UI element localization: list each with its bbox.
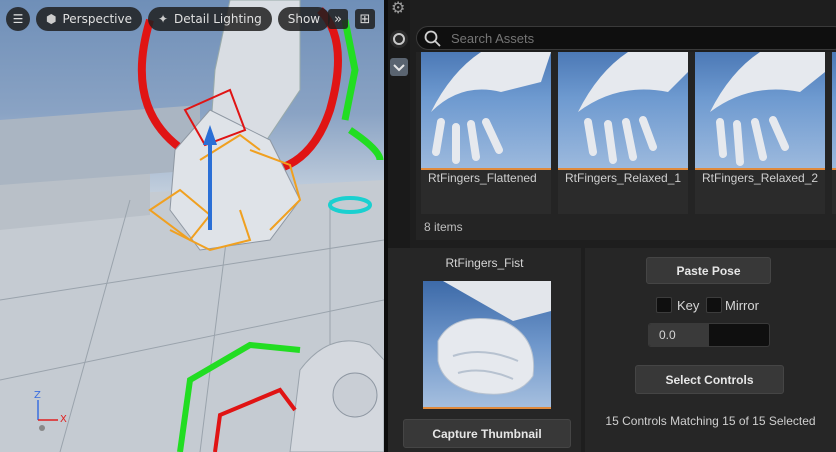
cube-icon: ⬢ xyxy=(46,12,57,26)
view-mode-button[interactable]: ⬢ Perspective xyxy=(36,7,142,31)
asset-name: RtFingers_Relaxed_1 xyxy=(565,171,682,185)
asset-accent-bar xyxy=(832,168,836,170)
asset-name: RtFingers_Relaxed_2 xyxy=(702,171,819,185)
key-label: Key xyxy=(677,298,700,313)
asset-accent-bar xyxy=(695,168,825,170)
asset-name: RtFingers_Flattened xyxy=(428,171,537,185)
asset-thumbnail xyxy=(695,52,825,168)
show-label: Show xyxy=(287,12,321,26)
asset-tile[interactable]: RtFingers_Flattened xyxy=(421,52,551,214)
search-bar[interactable] xyxy=(416,26,836,50)
axis-x-label: X xyxy=(60,414,67,425)
pose-thumbnail-accent-bar xyxy=(423,407,551,409)
capture-thumbnail-button[interactable]: Capture Thumbnail xyxy=(403,419,571,448)
view-mode-label: Perspective xyxy=(62,12,132,26)
pose-thumbnail xyxy=(423,281,551,409)
asset-thumbnail xyxy=(832,52,836,168)
show-button[interactable]: Show xyxy=(277,7,331,31)
asset-accent-bar xyxy=(421,168,551,170)
scene-render xyxy=(0,0,384,452)
gear-icon[interactable]: ⚙ xyxy=(391,0,409,18)
lighting-icon: ✦ xyxy=(157,12,169,26)
axis-z-label: Z xyxy=(34,390,41,401)
hamburger-menu-button[interactable]: ☰ xyxy=(6,7,30,31)
item-count: 8 items xyxy=(424,220,463,234)
asset-tile-partial[interactable] xyxy=(832,52,836,214)
search-icon xyxy=(424,30,441,47)
asset-tile[interactable]: RtFingers_Relaxed_2 xyxy=(695,52,825,214)
asset-accent-bar xyxy=(558,168,688,170)
lighting-mode-label: Detail Lighting xyxy=(174,12,262,26)
grid-layout-icon: ⊞ xyxy=(359,11,371,27)
paste-pose-button[interactable]: Paste Pose xyxy=(646,257,771,284)
blend-slider[interactable]: 0.0 xyxy=(648,323,770,347)
lighting-mode-button[interactable]: ✦ Detail Lighting xyxy=(147,7,272,31)
filter-toggle-button[interactable] xyxy=(390,30,408,48)
asset-thumbnail xyxy=(558,52,688,168)
double-chevron-right-icon: » xyxy=(334,11,342,27)
hamburger-icon: ☰ xyxy=(12,12,24,26)
viewport-toolbar: ☰ ⬢ Perspective ✦ Detail Lighting Show xyxy=(6,7,331,31)
filter-icon xyxy=(393,33,405,45)
select-controls-button[interactable]: Select Controls xyxy=(635,365,784,394)
dropdown-button[interactable] xyxy=(390,58,408,76)
key-checkbox[interactable] xyxy=(656,297,672,313)
layout-button[interactable]: ⊞ xyxy=(355,9,375,29)
search-input[interactable] xyxy=(449,29,813,47)
mirror-label: Mirror xyxy=(725,298,759,313)
expand-toolbar-button[interactable]: » xyxy=(328,9,348,29)
blend-slider-fill xyxy=(649,324,709,346)
mirror-checkbox[interactable] xyxy=(706,297,722,313)
blend-value: 0.0 xyxy=(659,328,676,342)
asset-grid: RtFingers_Flattened RtFingers_Relaxed_1 … xyxy=(416,52,836,240)
asset-thumbnail xyxy=(421,52,551,168)
chevron-down-icon xyxy=(393,64,405,72)
asset-tile[interactable]: RtFingers_Relaxed_1 xyxy=(558,52,688,214)
selected-pose-name: RtFingers_Fist xyxy=(445,256,524,270)
matching-status: 15 Controls Matching 15 of 15 Selected xyxy=(605,414,816,428)
level-viewport[interactable]: ☰ ⬢ Perspective ✦ Detail Lighting Show »… xyxy=(0,0,384,452)
